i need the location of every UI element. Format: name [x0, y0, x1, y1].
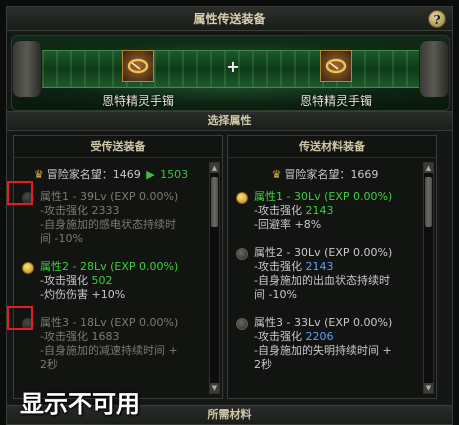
attribute-title: 属性1 - 30Lv (EXP 0.00%): [254, 190, 393, 203]
attribute-line: 间 -10%: [40, 232, 83, 245]
unavailable-highlight-box: [7, 306, 33, 330]
material-panel-header: 传送材料装备: [228, 136, 436, 158]
left-item-name: 恩特精灵手镯: [101, 94, 174, 108]
attribute-line: 2秒: [40, 358, 58, 371]
attribute-transfer-window: 属性传送装备 ? 恩特精灵手镯 + 恩特精灵手镯 选择属性 受传送装备 ♛ 冒险家…: [6, 6, 453, 425]
material-fame: ♛ 冒险家名望：1669: [228, 166, 422, 182]
attribute-line: 自身施加的感电状态持续时: [40, 218, 202, 232]
radio-button[interactable]: [236, 192, 248, 204]
attribute-title: 属性3 - 33Lv (EXP 0.00%): [254, 316, 393, 329]
crown-icon: ♛: [271, 168, 282, 181]
unavailable-highlight-box: [7, 181, 33, 205]
radio-button[interactable]: [236, 318, 248, 330]
material-attribute-3[interactable]: 属性3 - 33Lv (EXP 0.00%) 攻击强化 2206 自身施加的失明…: [236, 316, 416, 372]
attribute-line: 自身施加的出血状态持续时: [254, 274, 416, 288]
attribute-line: 攻击强化 2333: [40, 204, 202, 218]
attribute-title: 属性1 - 39Lv (EXP 0.00%): [40, 190, 179, 203]
scroll-down-icon[interactable]: ▼: [424, 383, 433, 393]
fame-value: 1669: [350, 168, 379, 181]
attribute-line: 攻击强化 2143: [254, 260, 416, 274]
source-attribute-2[interactable]: 属性2 - 28Lv (EXP 0.00%) 攻击强化 502 灼伤伤害 +10…: [22, 260, 202, 302]
attribute-line: 2秒: [254, 358, 272, 371]
radio-button[interactable]: [22, 262, 34, 274]
attribute-line: 回避率 +8%: [254, 218, 416, 232]
select-attribute-header: 选择属性: [7, 111, 452, 131]
material-attribute-2[interactable]: 属性2 - 30Lv (EXP 0.00%) 攻击强化 2143 自身施加的出血…: [236, 246, 416, 302]
bracelet-icon: [127, 58, 149, 74]
attribute-line: 自身施加的减速持续时间 +: [40, 344, 202, 358]
source-attribute-1: 属性1 - 39Lv (EXP 0.00%) 攻击强化 2333 自身施加的感电…: [22, 190, 202, 246]
scroll-up-icon[interactable]: ▲: [210, 163, 219, 173]
banner-right-cap: [419, 40, 449, 98]
window-title: 属性传送装备 ?: [7, 7, 452, 31]
material-scrollbar[interactable]: ▲ ▼: [423, 162, 434, 394]
scroll-thumb[interactable]: [425, 177, 432, 227]
material-equipment-panel: 传送材料装备 ♛ 冒险家名望：1669 属性1 - 30Lv (EXP 0.00%…: [227, 135, 437, 399]
source-scrollbar[interactable]: ▲ ▼: [209, 162, 220, 394]
help-button[interactable]: ?: [428, 10, 446, 28]
equipment-banner: 恩特精灵手镯 + 恩特精灵手镯: [11, 35, 450, 111]
attribute-title: 属性2 - 30Lv (EXP 0.00%): [254, 246, 393, 259]
plus-icon: +: [226, 57, 240, 76]
source-attribute-3: 属性3 - 18Lv (EXP 0.00%) 攻击强化 1683 自身施加的减速…: [22, 316, 202, 372]
fame-label: 冒险家名望：: [46, 168, 113, 181]
fame-label: 冒险家名望：: [284, 168, 351, 181]
attribute-title: 属性3 - 18Lv (EXP 0.00%): [40, 316, 179, 329]
radio-button[interactable]: [236, 248, 248, 260]
crown-icon: ♛: [33, 168, 44, 181]
banner-left-cap: [12, 40, 42, 98]
attribute-line: 自身施加的失明持续时间 +: [254, 344, 416, 358]
material-attribute-1[interactable]: 属性1 - 30Lv (EXP 0.00%) 攻击强化 2143 回避率 +8%: [236, 190, 416, 232]
attribute-line: 攻击强化 2143: [254, 204, 416, 218]
left-item-icon[interactable]: [122, 50, 154, 82]
scroll-thumb[interactable]: [211, 177, 218, 227]
attribute-line: 灼伤伤害 +10%: [40, 288, 202, 302]
attribute-line: 间 -10%: [254, 288, 297, 301]
fame-new-value: 1503: [160, 168, 189, 181]
source-equipment-panel: 受传送装备 ♛ 冒险家名望：1469 ▶ 1503 属性1 - 39Lv (EXP…: [13, 135, 223, 399]
window-title-text: 属性传送装备: [193, 12, 266, 26]
right-item-name: 恩特精灵手镯: [299, 94, 372, 108]
source-fame: ♛ 冒险家名望：1469 ▶ 1503: [14, 166, 208, 182]
attribute-line: 攻击强化 2206: [254, 330, 416, 344]
scroll-down-icon[interactable]: ▼: [210, 383, 219, 393]
attribute-line: 攻击强化 1683: [40, 330, 202, 344]
arrow-right-icon: ▶: [146, 168, 155, 181]
bracelet-icon: [325, 58, 347, 74]
annotation-caption: 显示不可用: [20, 390, 140, 418]
fame-old-value: 1469: [112, 168, 141, 181]
source-panel-header: 受传送装备: [14, 136, 222, 158]
attribute-line: 攻击强化 502: [40, 274, 202, 288]
attribute-title: 属性2 - 28Lv (EXP 0.00%): [40, 260, 179, 273]
scroll-up-icon[interactable]: ▲: [424, 163, 433, 173]
right-item-icon[interactable]: [320, 50, 352, 82]
